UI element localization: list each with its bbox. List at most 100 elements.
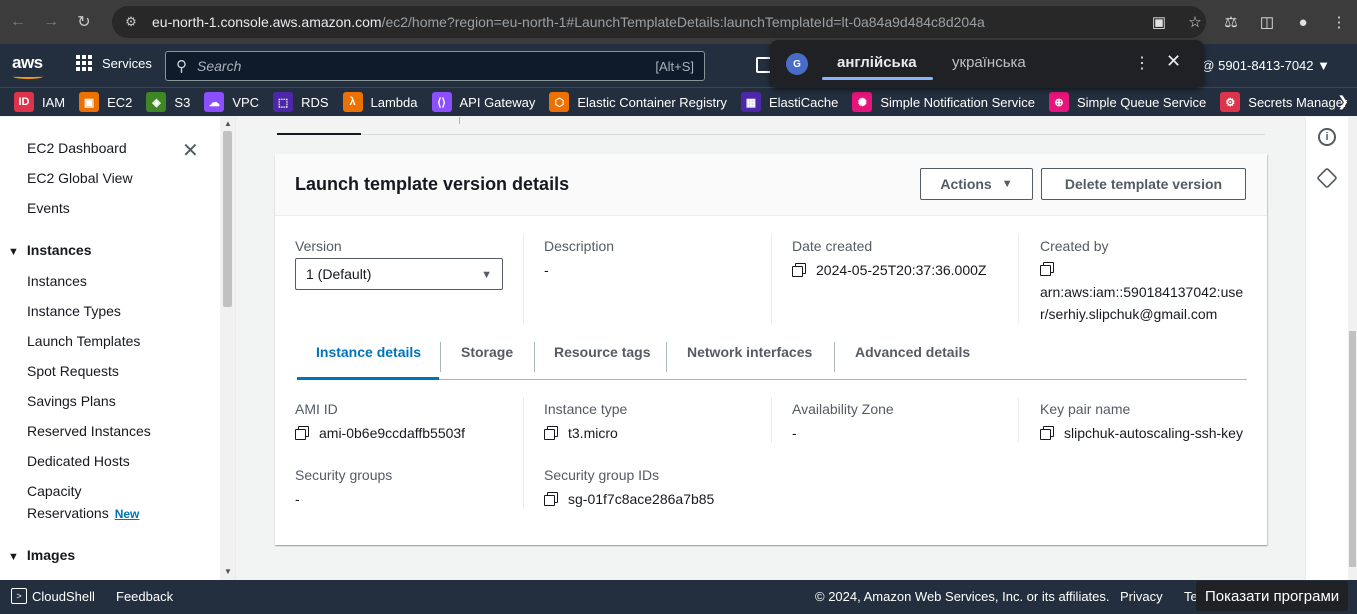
cloudshell-link[interactable]: CloudShell	[32, 589, 95, 604]
account-menu[interactable]: m @ 5901-8413-7042 ▼	[1187, 58, 1330, 73]
lang-tab-english[interactable]: англійська	[837, 54, 917, 71]
kebab-menu-icon[interactable]: ⋮	[1321, 7, 1357, 37]
back-icon[interactable]: ←	[3, 7, 33, 37]
favorite-vpc[interactable]: ☁ VPC	[204, 92, 259, 112]
sidebar-scroll-thumb[interactable]	[223, 131, 232, 307]
description-value: -	[544, 262, 549, 278]
favorite-simple-queue-service[interactable]: ⊕ Simple Queue Service	[1048, 92, 1206, 112]
search-icon: ⚲	[176, 58, 187, 75]
sidebar-item-instance-types[interactable]: Instance Types	[27, 303, 121, 319]
chevron-right-icon[interactable]: ❯	[1337, 93, 1349, 110]
tab-instance-details[interactable]: Instance details	[316, 344, 421, 360]
date-created-label: Date created	[792, 238, 873, 254]
page-scrollbar[interactable]	[1348, 117, 1357, 580]
grid-icon	[76, 55, 92, 71]
new-badge: New	[114, 507, 140, 521]
version-select[interactable]: 1 (Default) ▼	[295, 258, 503, 290]
sidebar-item-dedicated-hosts[interactable]: Dedicated Hosts	[27, 453, 130, 469]
side-panel-icon[interactable]: ◫	[1249, 7, 1285, 37]
api-gateway-icon: ⟨⟩	[431, 92, 452, 112]
iam-icon: ID	[14, 92, 34, 112]
favorite-elastic-container-registry[interactable]: ⬡ Elastic Container Registry	[549, 92, 727, 112]
info-icon[interactable]: i	[1318, 128, 1336, 146]
translate-popup: G англійська українська ⋮ ✕	[770, 40, 1204, 88]
translate-icon[interactable]: ▣	[1141, 7, 1177, 37]
active-tab-underline	[297, 377, 439, 380]
aws-logo[interactable]: aws	[12, 53, 43, 73]
sidebar-item-ec2-dashboard[interactable]: EC2 Dashboard	[27, 140, 127, 156]
bookmark-star-icon[interactable]: ☆	[1177, 7, 1213, 37]
simple-notification-service-icon: ✺	[852, 92, 873, 112]
elasticache-icon: ▦	[740, 92, 761, 112]
tab-network-interfaces[interactable]: Network interfaces	[687, 344, 812, 360]
copy-icon[interactable]	[792, 263, 806, 277]
sidebar-section-images[interactable]: ▼ Images	[8, 547, 75, 563]
favorite-simple-notification-service[interactable]: ✺ Simple Notification Service	[852, 92, 1035, 112]
version-select-value: 1 (Default)	[306, 266, 372, 282]
favorite-label: Lambda	[370, 94, 418, 110]
copy-icon[interactable]	[544, 492, 558, 506]
address-bar[interactable]: ⚙ eu-north-1.console.aws.amazon.com/ec2/…	[112, 6, 1206, 38]
close-icon[interactable]: ✕	[1166, 51, 1181, 72]
search-placeholder: Search	[197, 58, 242, 74]
sidebar-item-reserved-instances[interactable]: Reserved Instances	[27, 423, 151, 439]
divider	[277, 134, 1265, 135]
sidebar-item-capacity-reservations-line2[interactable]: Reservations New	[27, 505, 139, 521]
favorite-iam[interactable]: ID IAM	[14, 92, 65, 112]
sidebar-item-global-view[interactable]: EC2 Global View	[27, 170, 133, 186]
favorite-label: VPC	[232, 94, 260, 110]
favorite-s3[interactable]: ◈ S3	[146, 92, 190, 112]
copy-icon[interactable]	[1040, 262, 1054, 276]
delete-template-version-button[interactable]: Delete template version	[1041, 168, 1246, 200]
tab-divider	[440, 342, 441, 372]
services-button[interactable]: Services	[76, 55, 152, 71]
sidebar-item-instances[interactable]: Instances	[27, 273, 87, 289]
sidebar-item-launch-templates[interactable]: Launch Templates	[27, 333, 140, 349]
lab-icon[interactable]: ⚖	[1213, 7, 1249, 37]
sidebar-item-events[interactable]: Events	[27, 200, 70, 216]
favorite-elasticache[interactable]: ▦ ElastiCache	[740, 92, 838, 112]
sidebar-scrollbar[interactable]: ▲ ▼	[220, 117, 235, 580]
tab-storage[interactable]: Storage	[461, 344, 513, 360]
cloudshell-icon[interactable]: >	[11, 588, 27, 604]
profile-icon[interactable]: ●	[1285, 7, 1321, 37]
reload-icon[interactable]: ↻	[69, 7, 99, 37]
tab-advanced-details[interactable]: Advanced details	[855, 344, 970, 360]
security-groups-value: -	[295, 491, 300, 507]
favorite-rds[interactable]: ⬚ RDS	[273, 92, 329, 112]
column-divider	[523, 397, 524, 509]
scroll-up-icon[interactable]: ▲	[224, 119, 232, 128]
search-input[interactable]: ⚲ Search [Alt+S]	[165, 51, 705, 81]
hexagon-icon[interactable]	[1316, 167, 1338, 189]
vpc-icon: ☁	[204, 92, 225, 112]
close-icon[interactable]: ✕	[182, 138, 199, 163]
actions-button[interactable]: Actions ▼	[920, 168, 1033, 200]
column-divider	[771, 234, 772, 324]
sidebar-item-spot-requests[interactable]: Spot Requests	[27, 363, 119, 379]
page-scroll-thumb[interactable]	[1349, 331, 1356, 567]
security-group-ids-value: sg-01f7c8ace286a7b85	[544, 491, 714, 507]
lang-tab-ukrainian[interactable]: українська	[952, 54, 1026, 71]
instance-type-value: t3.micro	[544, 425, 618, 441]
copy-icon[interactable]	[1040, 426, 1054, 440]
favorite-lambda[interactable]: λ Lambda	[342, 92, 418, 112]
feedback-link[interactable]: Feedback	[116, 589, 173, 604]
kebab-menu-icon[interactable]: ⋮	[1134, 53, 1150, 73]
availability-zone-value: -	[792, 425, 797, 441]
forward-icon[interactable]: →	[36, 7, 66, 37]
sidebar-item-capacity-reservations[interactable]: Capacity	[27, 483, 81, 499]
caret-down-icon: ▼	[8, 551, 19, 563]
copy-icon[interactable]	[544, 426, 558, 440]
site-info-icon[interactable]: ⚙	[120, 14, 142, 30]
created-by-label: Created by	[1040, 238, 1109, 254]
favorite-api-gateway[interactable]: ⟨⟩ API Gateway	[431, 92, 535, 112]
copy-icon[interactable]	[295, 426, 309, 440]
favorite-secrets-manager[interactable]: ⚙ Secrets Manager	[1220, 92, 1347, 112]
tab-resource-tags[interactable]: Resource tags	[554, 344, 650, 360]
privacy-link[interactable]: Privacy	[1120, 589, 1163, 604]
favorite-ec2[interactable]: ▣ EC2	[79, 92, 132, 112]
sidebar-section-instances[interactable]: ▼ Instances	[8, 242, 91, 258]
sidebar-item-savings-plans[interactable]: Savings Plans	[27, 393, 116, 409]
ami-id-label: AMI ID	[295, 401, 338, 417]
scroll-down-icon[interactable]: ▼	[224, 567, 232, 576]
